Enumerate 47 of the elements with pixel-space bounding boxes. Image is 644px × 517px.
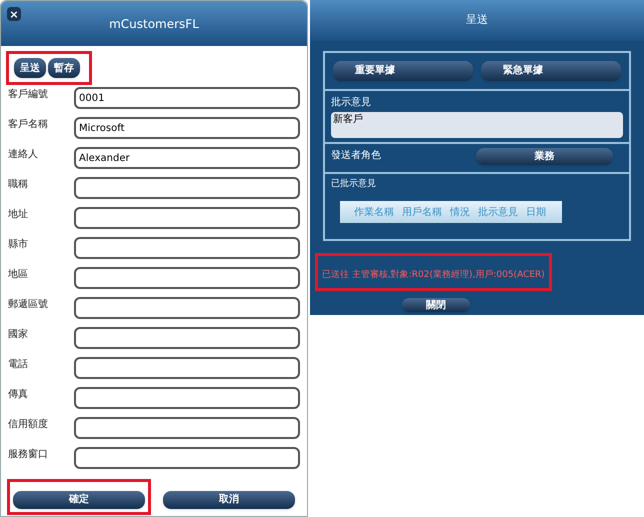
column-header: 情況 [450,206,470,220]
comment-textarea[interactable]: 新客戶 [331,112,623,138]
field-label: 地區 [8,268,29,282]
field-label: 信用額度 [8,418,49,432]
column-header: 日期 [526,206,546,220]
input-field[interactable] [74,237,300,259]
role-button[interactable]: 業務 [476,148,613,164]
input-field[interactable] [74,327,300,349]
field-label: 縣市 [8,238,29,252]
role-label: 發送者角色 [331,148,382,162]
column-header: 作業名稱 [354,206,394,220]
column-header: 批示意見 [478,206,518,220]
toolbar-button[interactable]: 暫存 [48,58,80,78]
input-field[interactable]: 0001 [74,87,300,109]
input-field[interactable]: Microsoft [74,117,300,139]
input-field[interactable] [74,177,300,199]
field-label: 郵遞區號 [8,298,49,312]
field-label: 客戶名稱 [8,118,49,132]
field-label: 地址 [8,208,29,222]
flag-button[interactable]: 重要單據 [333,60,473,80]
field-label: 傳真 [8,388,29,402]
field-label: 客戶編號 [8,88,49,102]
field-label: 職稱 [8,178,29,192]
dialog-button[interactable]: 取消 [163,490,295,508]
flag-button[interactable]: 緊急單據 [481,60,621,80]
input-field[interactable]: Alexander [74,147,300,169]
input-field[interactable] [74,267,300,289]
field-label: 國家 [8,328,29,342]
history-label: 已批示意見 [331,178,377,190]
close-dialog-button[interactable]: 關閉 [402,298,470,312]
comment-label: 批示意見 [331,96,372,110]
toolbar-button[interactable]: 呈送 [14,58,46,78]
input-field[interactable] [74,417,300,439]
input-field[interactable] [74,207,300,229]
close-button[interactable]: × [7,7,21,21]
field-label: 連絡人 [8,148,39,162]
field-label: 服務窗口 [8,448,49,462]
input-field[interactable] [74,387,300,409]
input-field[interactable] [74,447,300,469]
dialog-title: mCustomersFL [109,16,199,32]
status-message: 已送往 主管審核,對象:R02(業務經理),用戶:005(ACER) [322,270,545,280]
dialog-title: 呈送 [466,12,488,28]
input-field[interactable] [74,357,300,379]
field-label: 電話 [8,358,29,372]
input-field[interactable] [74,297,300,319]
column-header: 用戶名稱 [402,206,442,220]
dialog-button[interactable]: 確定 [13,490,145,508]
